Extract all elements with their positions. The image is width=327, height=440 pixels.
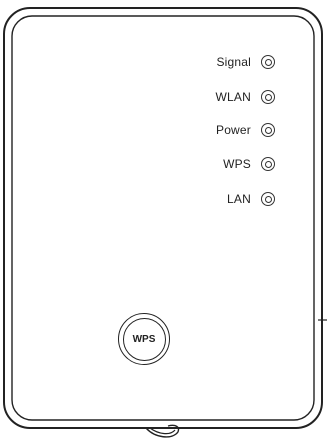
indicator-lan-label: LAN: [227, 192, 251, 206]
indicator-signal-label: Signal: [216, 55, 251, 69]
wlan-led-icon: [261, 90, 275, 104]
indicator-lan: LAN: [227, 189, 275, 209]
indicator-power: Power: [216, 120, 275, 140]
indicator-wps-label: WPS: [223, 157, 251, 171]
indicator-power-label: Power: [215, 123, 251, 137]
device-drawing: [3, 7, 327, 438]
power-led-icon: [261, 123, 275, 137]
wps-button-ring: WPS: [122, 317, 166, 361]
indicator-wps: WPS: [223, 154, 275, 174]
wps-button-label: WPS: [132, 333, 156, 345]
signal-led-icon: [261, 55, 275, 69]
indicator-wlan-label: WLAN: [215, 90, 251, 104]
wps-button[interactable]: WPS: [118, 313, 170, 365]
indicator-signal: Signal: [216, 52, 275, 72]
lan-led-icon: [261, 192, 275, 206]
wps-led-icon: [261, 157, 275, 171]
indicator-wlan: WLAN: [216, 87, 275, 107]
